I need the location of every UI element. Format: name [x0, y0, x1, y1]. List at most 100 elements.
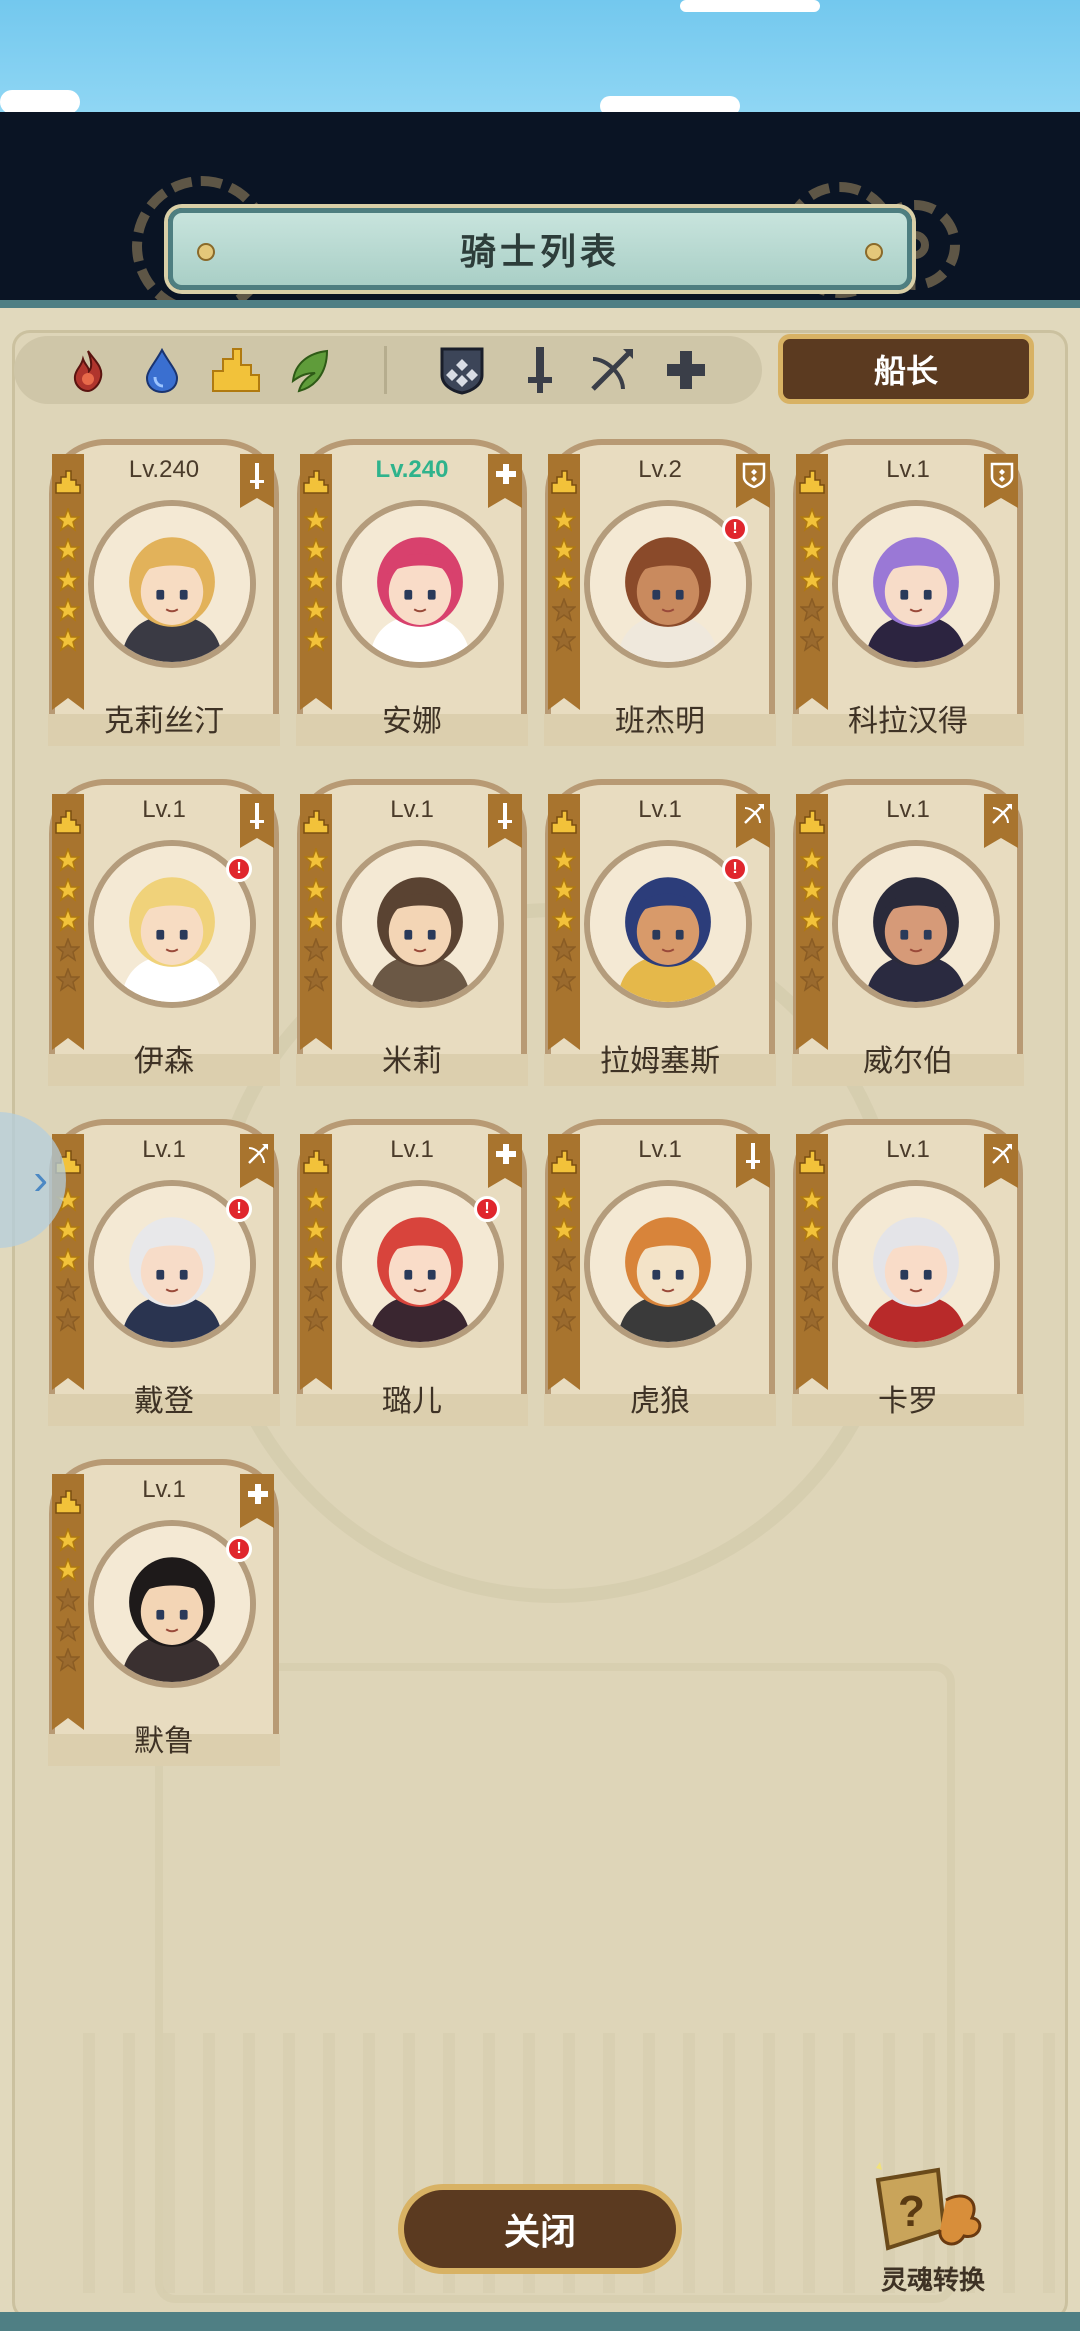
knight-level: Lv.1	[142, 796, 186, 823]
star-filled-icon	[550, 1186, 578, 1217]
fire-element-icon[interactable]	[62, 344, 114, 396]
filter-bar	[14, 336, 762, 404]
star-filled-icon	[54, 506, 82, 537]
star-empty-icon	[54, 1646, 82, 1677]
chevron-right-icon: ›	[33, 1155, 48, 1204]
knight-name: 安娜	[382, 705, 442, 738]
star-filled-icon	[798, 566, 826, 597]
star-filled-icon	[54, 876, 82, 907]
knight-level: Lv.1	[638, 1136, 682, 1163]
knight-level: Lv.1	[390, 796, 434, 823]
star-filled-icon	[302, 626, 330, 657]
star-filled-icon	[54, 566, 82, 597]
star-empty-icon	[54, 1306, 82, 1337]
star-filled-icon	[54, 1216, 82, 1247]
water-element-icon[interactable]	[136, 344, 188, 396]
star-filled-icon	[798, 1216, 826, 1247]
star-filled-icon	[302, 876, 330, 907]
knight-level: Lv.240	[128, 456, 200, 483]
star-empty-icon	[302, 1306, 330, 1337]
sword-class-icon[interactable]	[514, 344, 566, 396]
alert-badge-icon: !	[226, 1196, 252, 1222]
bow-class-icon[interactable]	[586, 344, 638, 396]
star-empty-icon	[302, 966, 330, 997]
knight-name: 伊森	[134, 1045, 194, 1078]
star-empty-icon	[798, 596, 826, 627]
alert-badge-icon: !	[226, 856, 252, 882]
captain-button-label: 船长	[873, 353, 938, 389]
knight-portrait	[88, 500, 256, 668]
knight-card[interactable]: Lv.1 威尔伯	[790, 774, 1026, 1086]
star-filled-icon	[54, 906, 82, 937]
star-filled-icon	[302, 846, 330, 877]
soul-convert-icon: ?	[875, 2162, 982, 2251]
star-empty-icon	[302, 936, 330, 967]
star-empty-icon	[550, 626, 578, 657]
shield-class-icon[interactable]	[436, 344, 488, 396]
knight-name: 璐儿	[382, 1385, 442, 1418]
knight-portrait	[336, 500, 504, 668]
star-empty-icon	[550, 1306, 578, 1337]
knight-portrait	[336, 840, 504, 1008]
star-empty-icon	[550, 1276, 578, 1307]
knight-level: Lv.1	[142, 1136, 186, 1163]
star-empty-icon	[550, 936, 578, 967]
star-empty-icon	[798, 1276, 826, 1307]
earth-element-icon[interactable]	[210, 344, 262, 396]
knight-level: Lv.1	[886, 796, 930, 823]
star-filled-icon	[550, 506, 578, 537]
knight-card[interactable]: Lv.240 安娜	[294, 434, 530, 746]
knight-card[interactable]: Lv.1! 伊森	[46, 774, 282, 1086]
star-filled-icon	[798, 506, 826, 537]
alert-badge-icon: !	[474, 1196, 500, 1222]
knight-card[interactable]: Lv.240 克莉丝汀	[46, 434, 282, 746]
knight-level: Lv.1	[886, 1136, 930, 1163]
knight-level: Lv.2	[638, 456, 682, 483]
knight-name: 米莉	[382, 1045, 442, 1078]
knight-card[interactable]: Lv.2! 班杰明	[542, 434, 778, 746]
star-empty-icon	[798, 936, 826, 967]
healer-class-icon[interactable]	[660, 344, 712, 396]
star-empty-icon	[54, 1276, 82, 1307]
knight-card[interactable]: Lv.1! 默鲁	[46, 1454, 282, 1766]
bottom-strip	[0, 2312, 1080, 2331]
star-filled-icon	[550, 536, 578, 567]
knight-level: Lv.1	[142, 1476, 186, 1503]
star-filled-icon	[302, 906, 330, 937]
knight-card[interactable]: Lv.1! 戴登	[46, 1114, 282, 1426]
star-empty-icon	[798, 966, 826, 997]
knight-name: 拉姆塞斯	[600, 1045, 720, 1078]
title-plate: 骑士列表	[168, 208, 912, 290]
knight-name: 戴登	[134, 1385, 194, 1418]
star-filled-icon	[302, 536, 330, 567]
knight-portrait	[584, 1180, 752, 1348]
knight-card[interactable]: Lv.1 虎狼	[542, 1114, 778, 1426]
star-filled-icon	[798, 876, 826, 907]
knight-card[interactable]: Lv.1 米莉	[294, 774, 530, 1086]
knight-name: 科拉汉得	[848, 705, 968, 738]
star-filled-icon	[54, 846, 82, 877]
star-filled-icon	[302, 566, 330, 597]
star-empty-icon	[550, 1246, 578, 1277]
star-filled-icon	[550, 1216, 578, 1247]
sky-background	[0, 0, 1080, 116]
knight-card[interactable]: Lv.1! 拉姆塞斯	[542, 774, 778, 1086]
soul-convert-label: 灵魂转换	[880, 2265, 985, 2295]
knight-card[interactable]: Lv.1 卡罗	[790, 1114, 1026, 1426]
star-empty-icon	[798, 1306, 826, 1337]
star-filled-icon	[54, 626, 82, 657]
knight-name: 虎狼	[630, 1385, 690, 1418]
soul-convert-button[interactable]: ? 灵魂转换	[868, 2160, 998, 2300]
star-filled-icon	[550, 566, 578, 597]
knight-name: 威尔伯	[863, 1045, 953, 1078]
star-filled-icon	[302, 1216, 330, 1247]
knight-portrait	[832, 1180, 1000, 1348]
captain-button[interactable]: 船长	[778, 334, 1034, 404]
alert-badge-icon: !	[226, 1536, 252, 1562]
close-button[interactable]: 关闭	[398, 2184, 682, 2274]
star-filled-icon	[798, 536, 826, 567]
knight-card[interactable]: Lv.1 科拉汉得	[790, 434, 1026, 746]
knight-card[interactable]: Lv.1! 璐儿	[294, 1114, 530, 1426]
wind-element-icon[interactable]	[284, 344, 336, 396]
knight-name: 班杰明	[615, 705, 705, 738]
